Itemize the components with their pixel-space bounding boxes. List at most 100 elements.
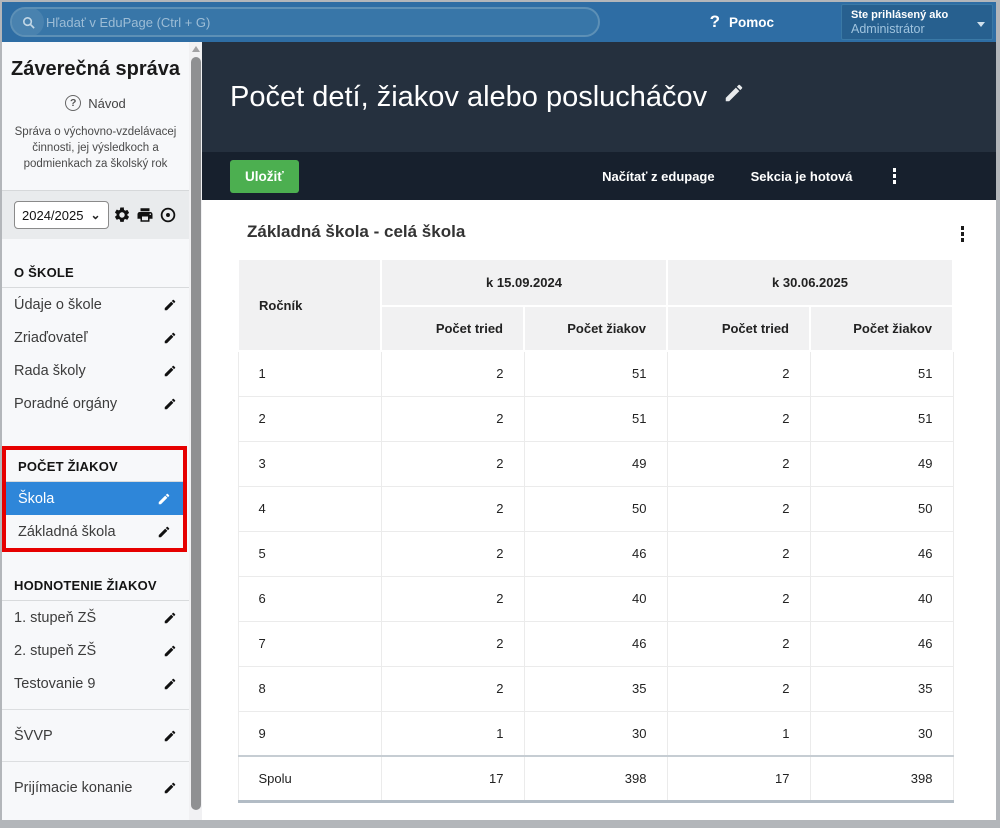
sidebar-item-label: 2. stupeň ZŠ — [14, 643, 163, 659]
search-icon — [12, 7, 44, 37]
scrollbar-thumb[interactable] — [191, 57, 201, 810]
account-menu[interactable]: Ste prihlásený ako Administrátor — [841, 4, 993, 40]
table-row: 6240240 — [238, 576, 953, 621]
sidebar: Záverečná správa ? Návod Správa o výchov… — [2, 42, 202, 820]
cell-value: 2 — [381, 621, 524, 666]
row-label: 8 — [238, 666, 381, 711]
cell-value: 1 — [381, 711, 524, 756]
divider — [2, 761, 189, 762]
page-title: Počet detí, žiakov alebo poslucháčov — [230, 81, 707, 114]
report-description: Správa o výchovno-vzdelávacej činnosti, … — [12, 124, 179, 172]
edit-icon[interactable] — [163, 331, 177, 345]
edit-icon[interactable] — [163, 364, 177, 378]
row-label: 1 — [238, 351, 381, 396]
global-search[interactable] — [10, 7, 600, 37]
row-label: 3 — [238, 441, 381, 486]
printer-icon[interactable] — [136, 206, 154, 224]
sidebar-item-label: ŠVVP — [14, 728, 163, 744]
sidebar-item-prij-macie-konanie[interactable]: Prijímacie konanie — [2, 771, 189, 804]
app-window: ? Pomoc Ste prihlásený ako Administrátor… — [0, 0, 1000, 828]
sidebar-item-z-kladn-kola[interactable]: Základná škola — [6, 515, 183, 548]
row-label: 7 — [238, 621, 381, 666]
column-group-date1: k 15.09.2024 — [381, 259, 667, 306]
table-row: 7246246 — [238, 621, 953, 666]
cell-value: 50 — [524, 486, 667, 531]
row-label: 2 — [238, 396, 381, 441]
sidebar-item-1-stupe-z[interactable]: 1. stupeň ZŠ — [2, 601, 189, 634]
edit-icon[interactable] — [163, 677, 177, 691]
account-role: Administrátor — [851, 22, 972, 37]
edit-icon[interactable] — [163, 781, 177, 795]
table-card-header: Základná škola - celá škola — [237, 214, 968, 258]
edit-icon[interactable] — [163, 611, 177, 625]
cell-value: 2 — [381, 351, 524, 396]
guide-link[interactable]: ? Návod — [65, 95, 126, 111]
cell-value: 2 — [667, 486, 810, 531]
help-label: Pomoc — [729, 15, 774, 30]
table-kebab-menu[interactable] — [957, 222, 969, 246]
cell-value: 40 — [524, 576, 667, 621]
cell-value: 2 — [381, 576, 524, 621]
sidebar-item-daje-o-kole[interactable]: Údaje o škole — [2, 288, 189, 321]
sidebar-header: Záverečná správa ? Návod Správa o výchov… — [2, 42, 189, 190]
chevron-down-icon: ⌄ — [90, 208, 100, 222]
edit-icon[interactable] — [163, 729, 177, 743]
cell-value: 398 — [524, 756, 667, 801]
cell-value: 30 — [524, 711, 667, 756]
cell-value: 2 — [381, 396, 524, 441]
account-line1: Ste prihlásený ako — [851, 9, 972, 22]
edit-title-icon[interactable] — [723, 82, 745, 104]
cell-value: 17 — [381, 756, 524, 801]
student-count-table: Ročník k 15.09.2024 k 30.06.2025 Počet t… — [237, 258, 954, 803]
edit-icon[interactable] — [163, 298, 177, 312]
help-link[interactable]: ? Pomoc — [710, 2, 774, 42]
top-bar: ? Pomoc Ste prihlásený ako Administrátor — [2, 2, 996, 42]
table-row: 4250250 — [238, 486, 953, 531]
edit-icon[interactable] — [157, 525, 171, 539]
sidebar-item-vvp[interactable]: ŠVVP — [2, 719, 189, 752]
row-label: 6 — [238, 576, 381, 621]
content-area: Základná škola - celá škola Ročník k 15.… — [202, 200, 996, 820]
sidebar-item-label: Základná škola — [18, 524, 157, 540]
cell-value: 46 — [524, 621, 667, 666]
sidebar-item-label: Škola — [18, 491, 157, 507]
edit-icon[interactable] — [163, 644, 177, 658]
load-from-edupage-button[interactable]: Načítať z edupage — [602, 169, 714, 184]
sidebar-sections: O ŠKOLEÚdaje o školeZriaďovateľRada škol… — [2, 265, 189, 828]
search-input[interactable] — [44, 14, 598, 31]
cell-value: 50 — [810, 486, 953, 531]
edit-icon[interactable] — [157, 492, 171, 506]
table-total-row: Spolu1739817398 — [238, 756, 953, 801]
save-button[interactable]: Uložiť — [230, 160, 299, 193]
sidebar-section-title: HODNOTENIE ŽIAKOV — [2, 578, 189, 601]
school-year-select[interactable]: 2024/2025 ⌄ — [14, 201, 109, 229]
sidebar-item-testovanie-9[interactable]: Testovanie 9 — [2, 667, 189, 700]
sidebar-section-title: O ŠKOLE — [2, 265, 189, 288]
sidebar-item-poradn-org-ny[interactable]: Poradné orgány — [2, 387, 189, 420]
row-label: Spolu — [238, 756, 381, 801]
sidebar-item-kola[interactable]: Škola — [6, 482, 183, 515]
row-label: 5 — [238, 531, 381, 576]
cell-value: 2 — [381, 666, 524, 711]
cell-value: 2 — [667, 396, 810, 441]
sidebar-section-hodnotenie-iakov: HODNOTENIE ŽIAKOV1. stupeň ZŠ 2. stupeň Z… — [2, 578, 189, 804]
sidebar-item-zria-ovate[interactable]: Zriaďovateľ — [2, 321, 189, 354]
sidebar-scrollbar[interactable] — [189, 42, 202, 820]
cell-value: 35 — [524, 666, 667, 711]
scroll-up-icon — [192, 46, 200, 52]
cell-value: 2 — [667, 576, 810, 621]
toolbar-kebab-menu[interactable] — [889, 164, 901, 188]
table-row: 3249249 — [238, 441, 953, 486]
cell-value: 30 — [810, 711, 953, 756]
gear-icon[interactable] — [113, 206, 131, 224]
table-row: 9130130 — [238, 711, 953, 756]
sidebar-item-rada-koly[interactable]: Rada školy — [2, 354, 189, 387]
sidebar-item-2-stupe-z[interactable]: 2. stupeň ZŠ — [2, 634, 189, 667]
section-done-button[interactable]: Sekcia je hotová — [751, 169, 853, 184]
cell-value: 2 — [667, 621, 810, 666]
cell-value: 51 — [524, 351, 667, 396]
eye-icon[interactable] — [159, 206, 177, 224]
edit-icon[interactable] — [163, 397, 177, 411]
sidebar-toolbar: 2024/2025 ⌄ — [2, 190, 189, 239]
divider — [2, 709, 189, 710]
